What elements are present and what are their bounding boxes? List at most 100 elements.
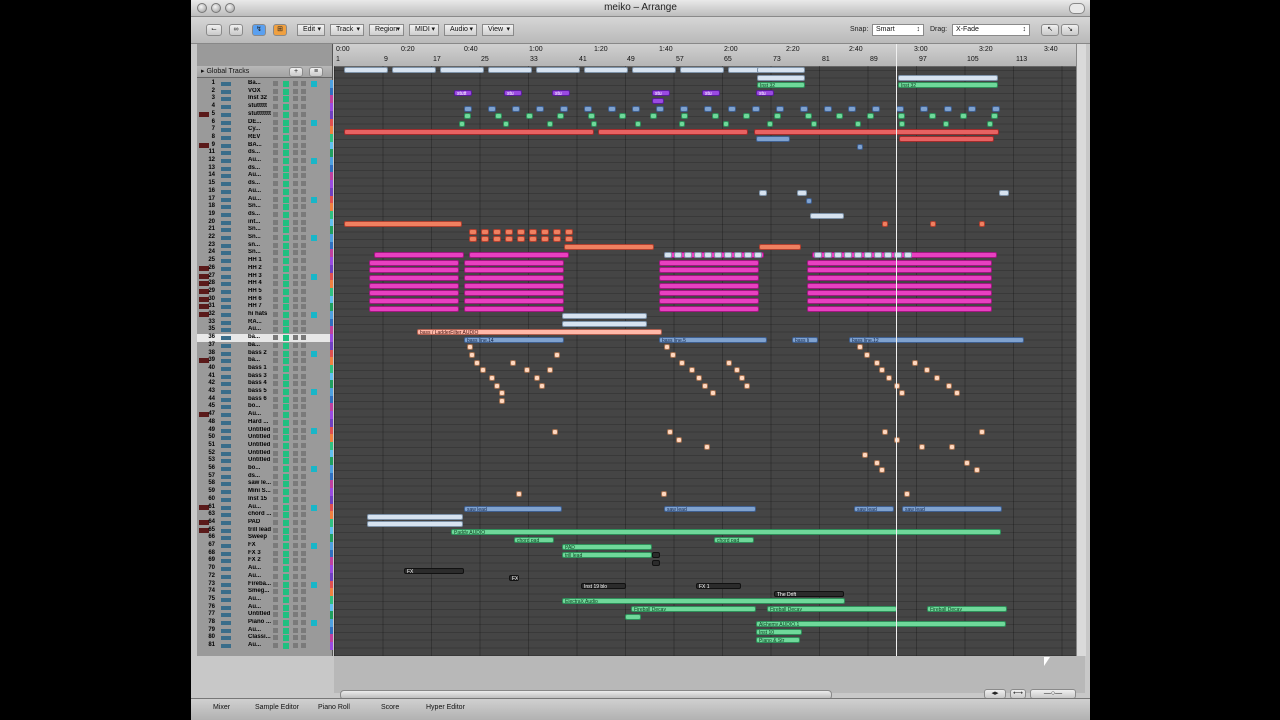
solo-button[interactable] [293, 543, 298, 548]
mute-button[interactable] [273, 211, 278, 217]
freeze-button[interactable] [301, 142, 306, 148]
solo-button[interactable] [293, 350, 298, 356]
region[interactable] [553, 236, 561, 243]
input-monitor-icon[interactable] [311, 158, 317, 164]
track-row[interactable]: 47 Au... [197, 411, 333, 420]
mute-button[interactable] [273, 373, 278, 379]
input-monitor-icon[interactable] [311, 350, 317, 357]
region[interactable] [872, 105, 880, 112]
track-row[interactable]: 3 Inst 32 [197, 95, 333, 104]
solo-button[interactable] [293, 88, 298, 94]
region[interactable] [469, 228, 477, 235]
region[interactable] [552, 428, 558, 435]
mute-button[interactable] [273, 527, 278, 533]
region[interactable] [524, 367, 530, 374]
freeze-button[interactable] [301, 481, 306, 487]
region[interactable]: bass / LadderFilter AUDIO [417, 328, 662, 335]
record-enable-icon[interactable] [283, 404, 289, 411]
track-row[interactable]: 25 HH 1 [197, 257, 333, 266]
freeze-button[interactable] [301, 512, 306, 518]
track-row[interactable]: 64 PAD [197, 518, 333, 527]
region[interactable] [836, 113, 843, 120]
region[interactable] [560, 105, 568, 112]
region[interactable] [898, 74, 998, 81]
record-enable-icon[interactable] [283, 550, 289, 557]
track-row[interactable]: 56 bo... [197, 465, 333, 473]
mute-button[interactable] [273, 450, 278, 456]
vertical-scrollbar[interactable] [1076, 44, 1086, 656]
freeze-button[interactable] [301, 573, 306, 579]
mute-button[interactable] [273, 235, 278, 240]
region[interactable] [920, 105, 928, 112]
region[interactable] [944, 105, 952, 112]
region[interactable] [814, 251, 822, 258]
mute-button[interactable] [273, 504, 278, 510]
freeze-button[interactable] [301, 566, 306, 572]
track-row[interactable]: 69 FX 2 [197, 557, 333, 566]
region[interactable] [987, 120, 993, 127]
freeze-button[interactable] [301, 535, 306, 541]
freeze-button[interactable] [301, 219, 306, 225]
edit-menu[interactable]: Edit [297, 24, 325, 36]
region[interactable] [807, 274, 992, 281]
record-enable-icon[interactable] [283, 481, 289, 488]
freeze-button[interactable] [301, 635, 306, 641]
track-row[interactable]: 39 ba... [197, 357, 333, 366]
tab-mixer[interactable]: Mixer [213, 704, 230, 711]
track-row[interactable]: 31 HH 7 [197, 303, 333, 312]
record-enable-icon[interactable] [283, 527, 289, 534]
region[interactable] [864, 351, 870, 358]
region[interactable] [667, 428, 673, 435]
freeze-button[interactable] [301, 589, 306, 595]
region[interactable] [949, 444, 955, 451]
mute-button[interactable] [273, 473, 278, 479]
track-row[interactable]: 43 bass 5 [197, 388, 333, 396]
solo-button[interactable] [293, 204, 298, 210]
mute-button[interactable] [273, 342, 278, 348]
record-enable-icon[interactable] [283, 258, 289, 265]
record-enable-icon[interactable] [283, 342, 289, 349]
region[interactable] [499, 390, 505, 397]
region[interactable] [369, 298, 459, 304]
region[interactable] [824, 251, 832, 258]
snap-select[interactable]: Smart [872, 24, 924, 36]
track-row[interactable]: 67 FX [197, 542, 333, 550]
track-row[interactable]: 33 RA... [197, 318, 333, 327]
solo-button[interactable] [293, 566, 298, 572]
record-enable-icon[interactable] [283, 173, 289, 180]
region[interactable] [864, 251, 872, 258]
region[interactable] [584, 105, 592, 112]
track-row[interactable]: 17 Au... [197, 195, 333, 204]
mute-button[interactable] [273, 519, 278, 525]
solo-button[interactable] [293, 327, 298, 333]
solo-button[interactable] [293, 589, 298, 595]
solo-button[interactable] [293, 288, 298, 294]
record-enable-icon[interactable] [283, 196, 289, 203]
record-enable-icon[interactable] [283, 389, 289, 395]
freeze-button[interactable] [301, 150, 306, 156]
region[interactable] [807, 298, 992, 304]
track-row[interactable]: 57 ds... [197, 472, 333, 481]
record-enable-icon[interactable] [283, 627, 289, 634]
freeze-button[interactable] [301, 527, 306, 533]
record-enable-icon[interactable] [283, 181, 289, 188]
track-row[interactable]: 24 Sn... [197, 249, 333, 258]
freeze-button[interactable] [301, 81, 306, 86]
solo-button[interactable] [293, 435, 298, 441]
region[interactable] [805, 113, 812, 120]
mute-button[interactable] [273, 327, 278, 333]
freeze-button[interactable] [301, 165, 306, 171]
region[interactable] [516, 490, 522, 497]
mute-button[interactable] [273, 573, 278, 579]
freeze-button[interactable] [301, 181, 306, 187]
record-enable-icon[interactable] [283, 504, 289, 511]
track-row[interactable]: 41 bass 3 [197, 372, 333, 381]
solo-button[interactable] [293, 496, 298, 502]
track-row[interactable]: 1 Ba... [197, 80, 333, 88]
mute-button[interactable] [273, 358, 278, 364]
region[interactable]: stu [652, 90, 670, 97]
record-enable-icon[interactable] [283, 227, 289, 234]
solo-button[interactable] [293, 188, 298, 194]
region[interactable] [844, 251, 852, 258]
region[interactable] [704, 105, 712, 112]
